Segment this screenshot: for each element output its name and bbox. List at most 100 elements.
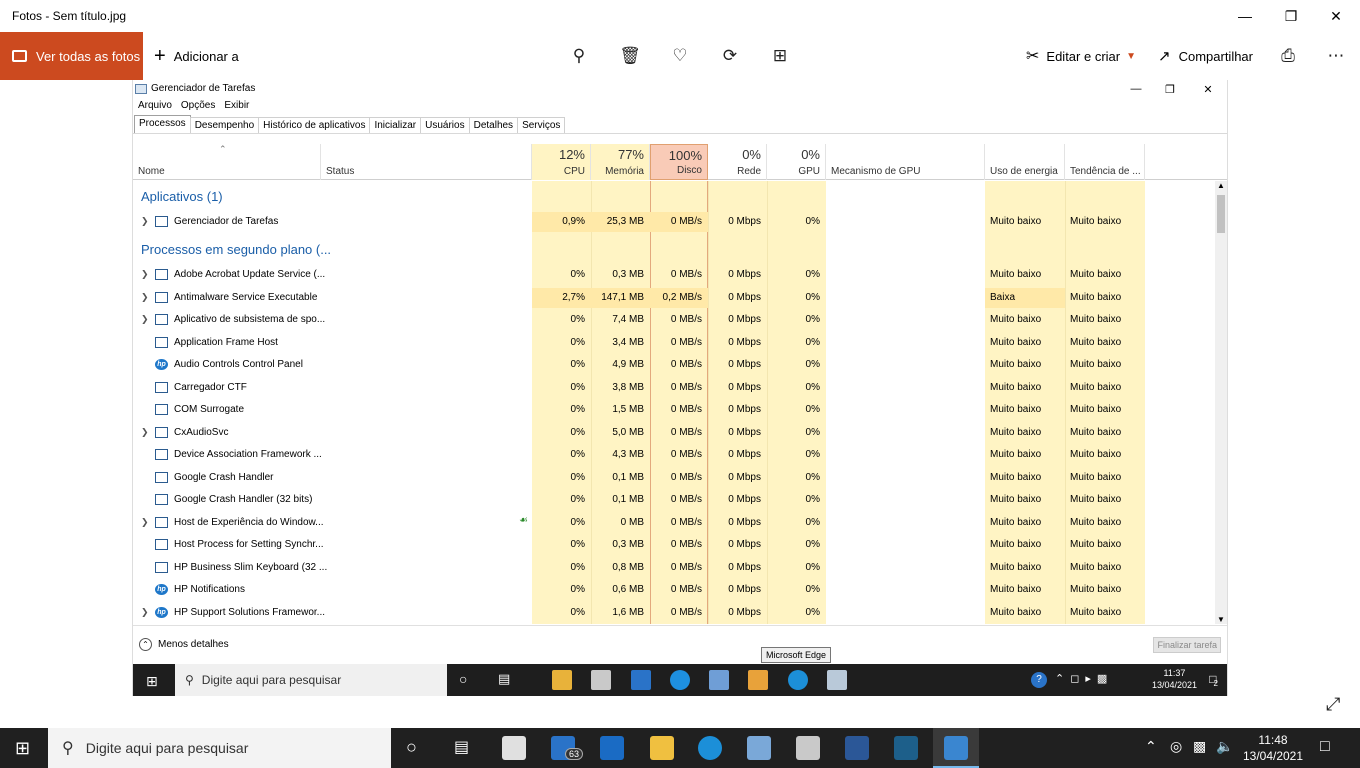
network-value: 0 Mbps [728,584,761,595]
minimize-button[interactable]: — [1222,0,1268,32]
add-to-label: Adicionar a [173,48,239,64]
table-row: HP Business Slim Keyboard (32 ... 0% 0,8 M… [133,557,1213,579]
process-name: Antimalware Service Executable [174,291,318,303]
header-gpu-engine: Mecanismo de GPU [826,144,985,180]
calculator-icon[interactable] [796,736,820,760]
network-icon[interactable]: ▩ [1193,738,1206,755]
inner-clock: 11:37 13/04/2021 [1152,667,1197,691]
gpu-value: 0% [805,561,820,573]
power-trend-value: Muito baixo [1070,291,1122,303]
disk-value: 0 MB/s [670,449,702,460]
process-icon [155,561,168,573]
help-icon: ? [1031,672,1047,688]
edge-icon[interactable] [698,736,722,760]
process-icon [155,216,168,227]
edit-create-button[interactable]: ✂ Editar e criar ▼ [1026,32,1136,80]
power-value: Muito baixo [990,381,1042,393]
expand-icon[interactable]: ⤢ [1326,694,1340,715]
volume-icon[interactable]: 🔈 [1216,738,1233,755]
power-trend-value: Muito baixo [1070,606,1122,618]
taskbar: ⊞ ⚲ Digite aqui para pesquisar ○ ▤ 63 ⌃ … [0,728,1360,768]
memory-value: 3,4 MB [612,336,644,348]
taskbar-clock[interactable]: 11:48 13/04/2021 [1240,732,1306,764]
chevron-up-icon[interactable]: ⌃ [1145,738,1157,755]
edge-tooltip: Microsoft Edge [761,647,832,663]
memory-value: 3,8 MB [612,381,644,393]
see-all-photos-button[interactable]: Ver todas as fotos [0,32,143,80]
taskbar-search-box[interactable]: ⚲ Digite aqui para pesquisar [48,728,391,768]
less-details-label: Menos detalhes [158,639,229,650]
power-value: Muito baixo [990,449,1042,460]
gpu-value: 0% [805,314,820,325]
disk-value: 0 MB/s [670,606,702,618]
network-value: 0 Mbps [728,336,761,348]
header-mem-label: Memória [605,166,644,177]
start-icon[interactable]: ⊞ [15,738,30,759]
header-memory: 77% Memória [591,144,650,180]
task-manager-icon [135,83,147,94]
tab-divider [133,133,1227,134]
inner-date: 13/04/2021 [1151,680,1197,690]
photos-app-icon [944,736,968,760]
postgres-icon[interactable] [747,736,771,760]
memory-value: 1,6 MB [612,606,644,618]
process-name: HP Support Solutions Framewor... [174,606,325,618]
table-row: hp Audio Controls Control Panel 0% 4,9 MB 0 … [133,354,1213,376]
task-view-icon: ▤ [498,671,511,686]
network-value: 0 Mbps [728,426,761,438]
gpu-value: 0% [805,404,820,415]
share-button[interactable]: ↗ Compartilhar [1158,32,1253,80]
disk-value: 0 MB/s [670,404,702,415]
disk-value: 0 MB/s [670,426,702,438]
zoom-in-icon[interactable]: ⚲ [567,44,591,68]
add-to-button[interactable]: + Adicionar a [154,32,239,80]
less-details-button: ⌃ Menos detalhes [139,638,229,651]
maximize-button[interactable]: ❐ [1268,0,1314,32]
gpu-value: 0% [805,381,820,393]
outlook-icon[interactable] [600,736,624,760]
notification-icon[interactable]: □ [1320,738,1330,756]
disk-value: 0 MB/s [670,381,702,393]
close-button[interactable]: ✕ [1313,0,1359,32]
power-trend-value: Muito baixo [1070,584,1122,595]
power-trend-value: Muito baixo [1070,404,1122,415]
taskbar-time: 11:48 [1258,733,1288,747]
cpu-value: 2,7% [562,291,585,303]
gpu-value: 0% [805,269,820,280]
disk-value: 0 MB/s [670,516,702,528]
mail-icon[interactable]: 63 [551,736,584,760]
tray-icons: ⌃◻▸▩ [1055,673,1114,685]
more-icon[interactable]: ⋯ [1324,44,1348,68]
gpu-value: 0% [805,584,820,595]
favorite-icon[interactable]: ♡ [668,44,692,68]
cortana-icon: ○ [459,671,468,687]
header-power: Uso de energia [985,144,1065,180]
edit-create-label: Editar e criar [1046,48,1121,64]
print-icon[interactable]: ⎙ [1276,44,1300,68]
menu-exibir: Exibir [224,100,250,111]
power-value: Muito baixo [990,539,1042,550]
crop-icon[interactable]: ⊞ [768,44,792,68]
location-icon[interactable]: ◎ [1170,738,1182,755]
photos-taskbar-button[interactable] [933,728,979,768]
network-value: 0 Mbps [728,314,761,325]
store-icon[interactable] [502,736,526,760]
tm-minimize-icon: — [1130,83,1142,95]
expand-chevron-icon: ❯ [141,269,149,279]
cortana-icon[interactable]: ○ [406,737,417,758]
cpu-value: 0,9% [562,216,585,227]
z-app-icon[interactable] [894,736,918,760]
table-row: Google Crash Handler (32 bits) 0% 0,1 MB 0 … [133,489,1213,511]
delete-icon[interactable]: 🗑 [618,44,642,68]
cpu-value: 0% [570,516,585,528]
rotate-icon[interactable]: ⟳ [718,44,742,68]
task-view-icon[interactable]: ▤ [454,737,469,757]
file-explorer-icon[interactable] [650,736,674,760]
process-name: Gerenciador de Tarefas [174,216,279,227]
end-task-button: Finalizar tarefa [1153,637,1221,653]
process-name: Google Crash Handler [174,471,274,483]
process-name: Carregador CTF [174,381,247,393]
header-gpu: 0% GPU [767,144,826,180]
word-icon[interactable] [845,736,869,760]
table-row: Carregador CTF 0% 3,8 MB 0 MB/s 0 Mbps 0% Muit… [133,377,1213,399]
